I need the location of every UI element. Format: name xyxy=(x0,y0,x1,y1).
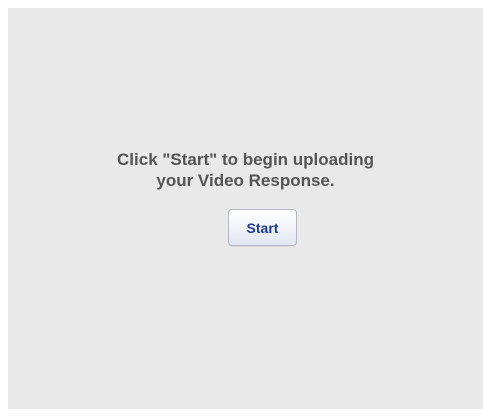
upload-panel: Click "Start" to begin uploading your Vi… xyxy=(8,8,483,409)
upload-instructions-line-1: Click "Start" to begin uploading xyxy=(117,150,374,169)
upload-instructions-line-2: your Video Response. xyxy=(156,171,335,190)
start-button-label: Start xyxy=(246,219,279,236)
upload-instructions: Click "Start" to begin uploading your Vi… xyxy=(8,149,483,191)
start-button[interactable]: Start xyxy=(228,209,297,246)
